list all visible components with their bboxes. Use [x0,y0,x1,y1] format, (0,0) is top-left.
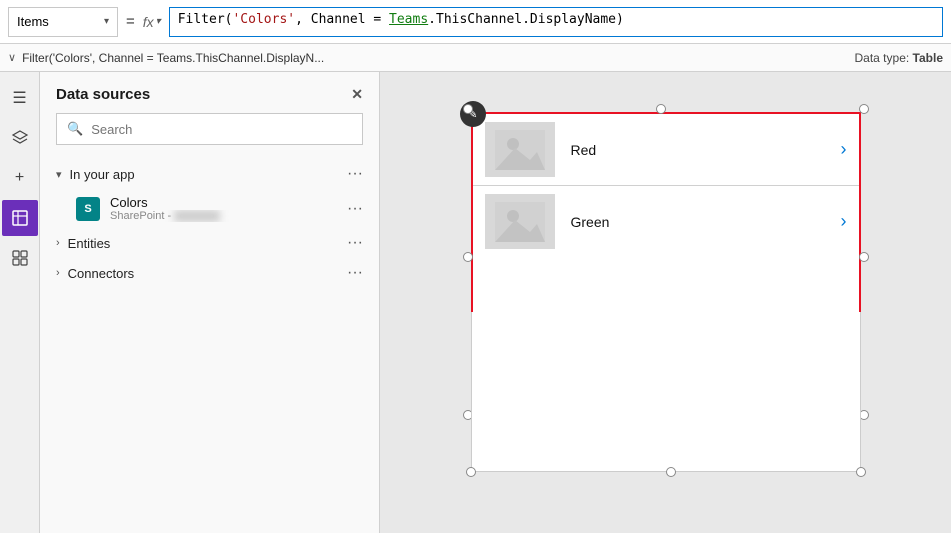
handle-outer-bottom-right[interactable] [856,467,866,477]
data-type-label: Data type: [855,51,910,65]
collapse-icon[interactable]: ∨ [8,51,16,64]
search-box[interactable]: 🔍 [56,113,363,145]
connectors-label: Connectors [68,266,134,281]
colors-datasource-name: Colors [110,195,341,210]
entities-chevron-icon: › [56,237,60,249]
datasources-content: ▾ In your app ··· S Colors SharePoint - … [40,155,379,533]
search-icon: 🔍 [67,121,83,137]
gallery-item-green-image [485,194,555,249]
colors-datasource-item[interactable]: S Colors SharePoint - ··· [40,189,379,228]
handle-top-right[interactable] [859,104,869,114]
handle-outer-bottom-middle[interactable] [666,467,676,477]
gallery-lower-area [471,312,861,472]
colors-datasource-sub: SharePoint - [110,210,341,222]
equals-sign: = [126,13,135,30]
connectors-more-icon[interactable]: ··· [347,264,363,282]
colors-datasource-more-icon[interactable]: ··· [347,200,363,218]
canvas-area[interactable]: ✎ [380,72,951,533]
main-content: ☰ + Data sources [0,72,951,533]
gallery-item-green-chevron-icon: › [841,211,847,232]
formula-suffix: .ThisChannel.DisplayName) [428,12,624,27]
entities-label: Entities [68,236,111,251]
datasources-header: Data sources ✕ [40,72,379,113]
formula-string: 'Colors' [232,12,295,27]
fx-chevron-icon: ▾ [156,16,161,27]
gallery-item-red-label: Red [571,142,841,158]
gallery-item-green[interactable]: Green › [473,186,859,257]
data-type-value: Table [913,51,943,65]
fx-button[interactable]: fx ▾ [143,14,161,30]
formula-highlight: Teams [389,12,428,27]
colors-datasource-sub-blurred [174,210,220,222]
in-your-app-chevron-icon: ▾ [56,168,62,181]
handle-top-middle[interactable] [656,104,666,114]
datasources-title: Data sources [56,86,150,103]
handle-outer-bottom-left[interactable] [466,467,476,477]
formula-prefix: Filter( [178,12,233,27]
formula-selector-chevron-icon: ▾ [104,16,109,27]
search-input[interactable] [91,122,352,137]
handle-middle-left[interactable] [463,252,473,262]
gallery-item-green-label: Green [571,214,841,230]
handle-top-left[interactable] [463,104,473,114]
formula-bar: Items ▾ = fx ▾ Filter('Colors', Channel … [0,0,951,44]
connectors-chevron-icon: › [56,267,60,279]
fx-label: fx [143,14,154,30]
components-icon[interactable] [2,240,38,276]
entities-more-icon[interactable]: ··· [347,234,363,252]
sub-formula-datatype: Data type: Table [855,51,944,65]
gallery-item-red[interactable]: Red › [473,114,859,186]
connectors-section-header[interactable]: › Connectors ··· [40,258,379,288]
in-your-app-more-icon[interactable]: ··· [347,165,363,183]
close-button[interactable]: ✕ [351,86,363,103]
in-your-app-label: In your app [70,167,135,182]
sub-formula-bar: ∨ Filter('Colors', Channel = Teams.ThisC… [0,44,951,72]
formula-input[interactable]: Filter('Colors', Channel = Teams.ThisCha… [169,7,943,37]
sidebar-icons: ☰ + [0,72,40,533]
canvas-inner: ✎ [451,92,881,492]
add-icon[interactable]: + [2,160,38,196]
entities-section-header[interactable]: › Entities ··· [40,228,379,258]
gallery-item-red-chevron-icon: › [841,139,847,160]
handle-middle-right[interactable] [859,252,869,262]
formula-selector-label: Items [17,14,49,29]
colors-datasource-icon: S [76,197,100,221]
formula-middle: , Channel = [295,12,389,27]
hamburger-menu-icon[interactable]: ☰ [2,80,38,116]
data-icon[interactable] [2,200,38,236]
in-your-app-section-header[interactable]: ▾ In your app ··· [40,159,379,189]
datasources-panel: Data sources ✕ 🔍 ▾ In your app ··· S Col… [40,72,380,533]
colors-datasource-info: Colors SharePoint - [110,195,341,222]
layers-icon[interactable] [2,120,38,156]
gallery-item-red-image [485,122,555,177]
formula-selector[interactable]: Items ▾ [8,7,118,37]
sub-formula-text: Filter('Colors', Channel = Teams.ThisCha… [22,51,834,65]
